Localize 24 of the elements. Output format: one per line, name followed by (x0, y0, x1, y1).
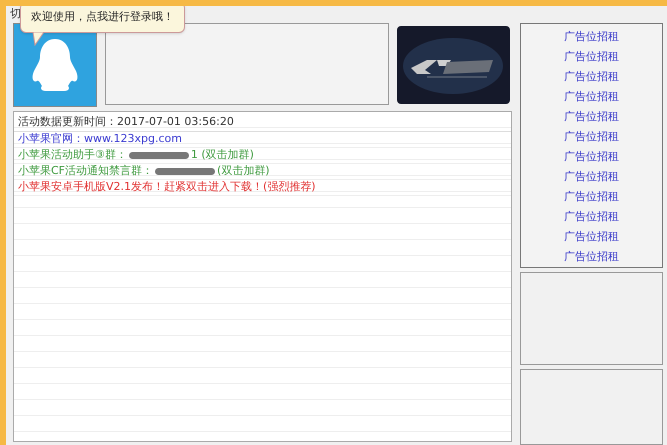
ad-link[interactable]: 广告位招租 (564, 27, 619, 47)
tooltip: 欢迎使用，点我进行登录哦！ (20, 6, 185, 32)
ad-link[interactable]: 广告位招租 (564, 167, 619, 187)
ad-link[interactable]: 广告位招租 (564, 127, 619, 147)
window-title: 切 (10, 6, 21, 22)
ad-link[interactable]: 广告位招租 (564, 67, 619, 87)
update-time-text: 活动数据更新时间：2017-07-01 03:56:20 (14, 112, 511, 132)
join-hint: (双击加群) (217, 163, 270, 180)
ad-link[interactable]: 广告位招租 (564, 47, 619, 67)
ad-link[interactable]: 广告位招租 (564, 207, 619, 227)
ad-link[interactable]: 广告位招租 (564, 227, 619, 247)
log-link[interactable]: 小苹果官网：www.123xpg.com (18, 131, 182, 148)
redaction-scribble (128, 152, 189, 159)
group-text[interactable]: 小苹果CF活动通知禁言群： (18, 163, 154, 180)
ad-link[interactable]: 广告位招租 (564, 107, 619, 127)
log-link[interactable]: 小苹果安卓手机版V2.1发布！赶紧双击进入下载！(强烈推荐) (18, 179, 316, 196)
join-hint: 1 (双击加群) (190, 147, 254, 164)
tooltip-tail-icon (32, 32, 46, 46)
ad-link[interactable]: 广告位招租 (564, 247, 619, 267)
ad-link[interactable]: 广告位招租 (564, 187, 619, 207)
ad-link[interactable]: 广告位招租 (564, 87, 619, 107)
redaction-scribble (155, 168, 216, 175)
ad-link[interactable]: 广告位招租 (564, 147, 619, 167)
group-text[interactable]: 小苹果活动助手③群： (18, 147, 127, 164)
